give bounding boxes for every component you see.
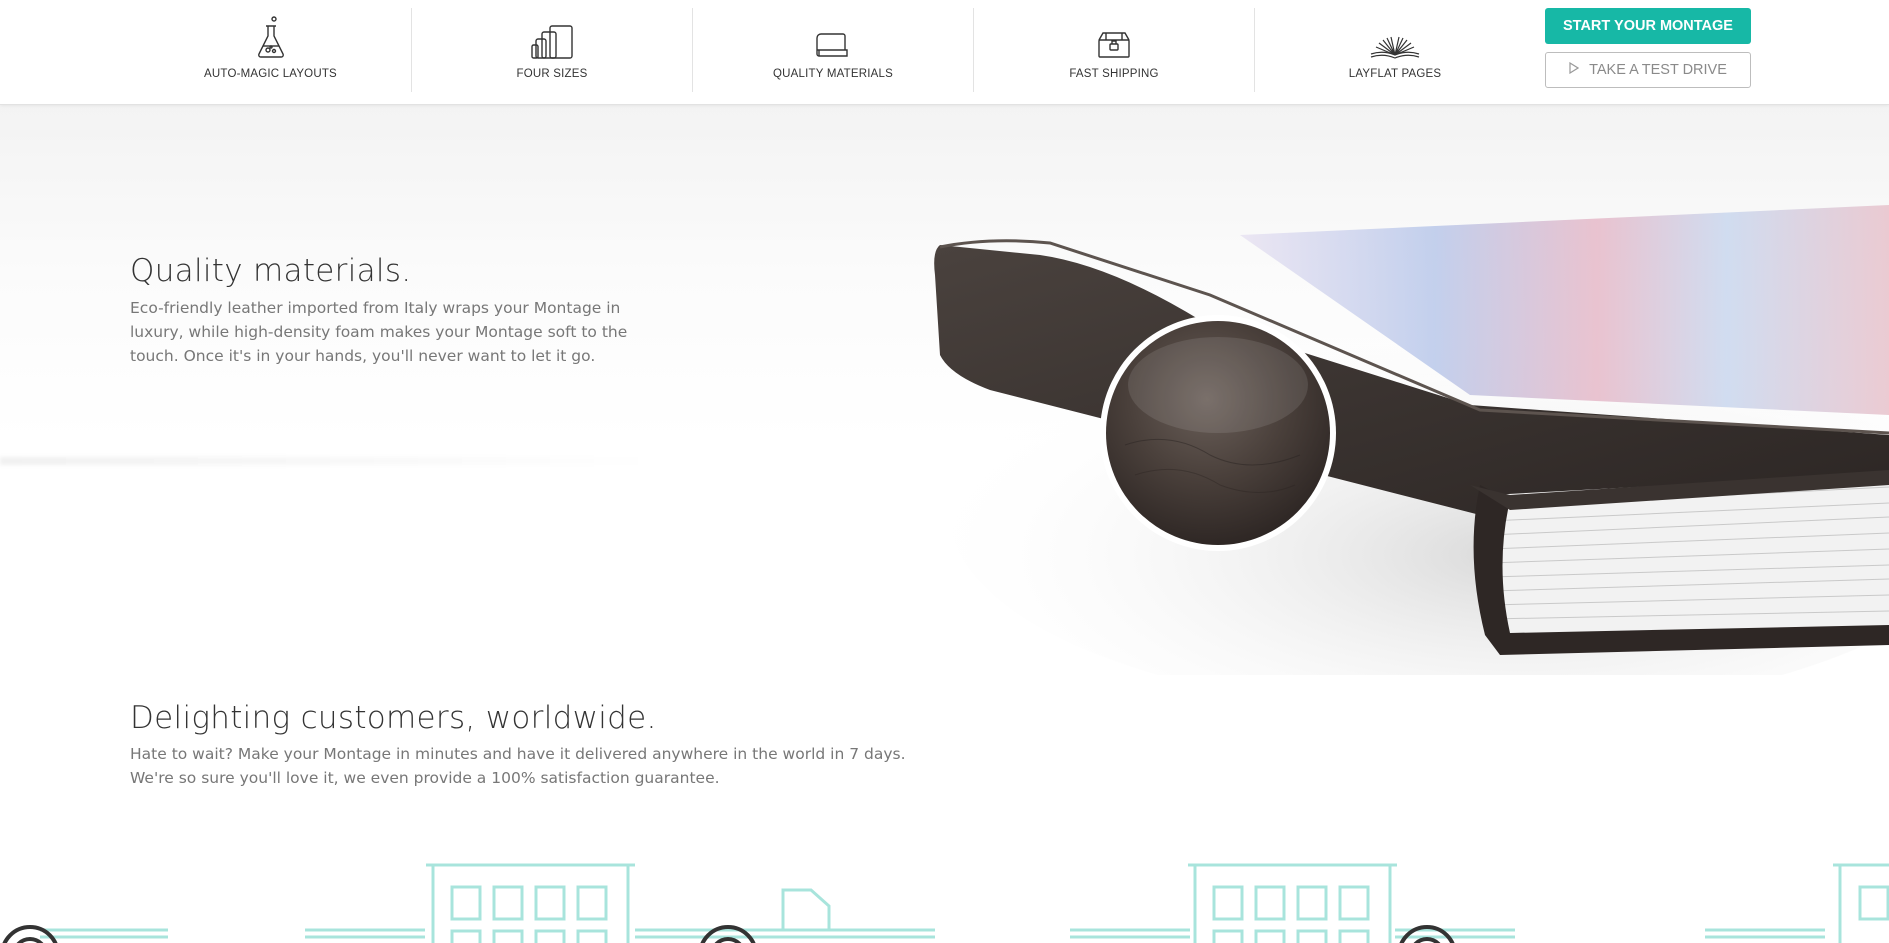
box-icon: [1096, 18, 1132, 60]
feature-layflat-pages[interactable]: LAYFLAT PAGES: [1254, 8, 1535, 92]
play-icon: [1569, 61, 1580, 78]
feature-label: QUALITY MATERIALS: [773, 68, 893, 80]
book-icon: [815, 18, 851, 60]
section-description: Hate to wait? Make your Montage in minut…: [130, 745, 906, 787]
feature-label: FAST SHIPPING: [1069, 68, 1159, 80]
feature-auto-magic-layouts[interactable]: AUTO-MAGIC LAYOUTS: [130, 8, 411, 92]
feature-quality-materials[interactable]: QUALITY MATERIALS: [692, 8, 973, 92]
feature-four-sizes[interactable]: FOUR SIZES: [411, 8, 692, 92]
section-title: Delighting customers, worldwide.: [130, 700, 657, 736]
feature-label: AUTO-MAGIC LAYOUTS: [204, 68, 337, 80]
feature-nav: AUTO-MAGIC LAYOUTS FOUR SIZES QUALITY MA…: [0, 0, 1889, 105]
flask-icon: [253, 16, 289, 60]
feature-label: LAYFLAT PAGES: [1348, 68, 1442, 80]
section-description: Eco-friendly leather imported from Italy…: [130, 299, 628, 365]
open-book-icon: [1369, 18, 1421, 60]
start-your-montage-button[interactable]: START YOUR MONTAGE: [1545, 8, 1751, 44]
feature-fast-shipping[interactable]: FAST SHIPPING: [973, 8, 1254, 92]
section-divider: [0, 457, 660, 465]
leather-book-image: [910, 155, 1889, 715]
test-drive-label: TAKE A TEST DRIVE: [1589, 62, 1727, 78]
section-title: Quality materials.: [130, 253, 412, 289]
city-skyline-illustration: [0, 855, 1889, 943]
sizes-icon: [530, 18, 574, 60]
take-a-test-drive-button[interactable]: TAKE A TEST DRIVE: [1545, 52, 1751, 88]
feature-label: FOUR SIZES: [516, 68, 588, 80]
quality-materials-section: Quality materials. Eco-friendly leather …: [0, 105, 1889, 715]
